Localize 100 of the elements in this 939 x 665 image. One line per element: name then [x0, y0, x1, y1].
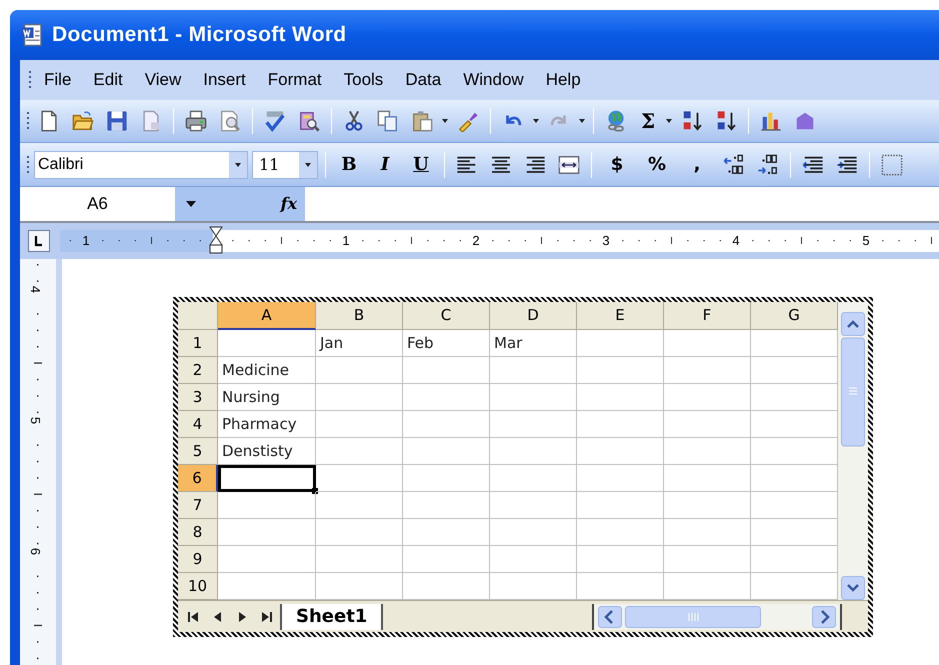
currency-button[interactable]: $	[599, 151, 635, 178]
shape-icon[interactable]	[794, 110, 816, 132]
table-cell[interactable]	[490, 357, 577, 384]
table-cell[interactable]	[490, 492, 577, 519]
sort-descending-icon[interactable]	[715, 110, 738, 132]
table-cell[interactable]	[577, 519, 664, 546]
bold-button[interactable]: B	[333, 151, 365, 178]
table-cell[interactable]	[490, 438, 577, 465]
menu-item[interactable]: File	[34, 64, 82, 96]
sheet-tab[interactable]: Sheet1	[280, 604, 384, 630]
print-preview-icon[interactable]	[219, 110, 241, 132]
bar-chart-icon[interactable]	[760, 110, 782, 132]
sort-ascending-icon[interactable]	[681, 110, 704, 132]
column-header[interactable]: B	[316, 302, 403, 330]
table-cell[interactable]	[577, 411, 664, 438]
table-cell[interactable]	[577, 465, 664, 492]
dropdown-caret-icon[interactable]	[304, 162, 312, 168]
table-cell[interactable]	[316, 465, 403, 492]
book-magnifier-icon[interactable]	[298, 110, 320, 132]
table-cell[interactable]	[316, 438, 403, 465]
table-cell[interactable]	[403, 465, 490, 492]
column-header[interactable]: C	[403, 302, 490, 330]
table-cell[interactable]	[577, 357, 664, 384]
scroll-left-icon[interactable]	[598, 606, 622, 628]
embedded-spreadsheet[interactable]: A B C D E F G 1 Jan Feb Mar 2 Medicine 3 Nursing 4 Pharmacy 5 Denstisty 6 7 8 9 10 Sheet1	[173, 297, 873, 637]
scroll-thumb-icon[interactable]	[625, 606, 761, 628]
table-cell[interactable]	[403, 357, 490, 384]
table-cell[interactable]: Mar	[490, 330, 577, 357]
row-header[interactable]: 8	[178, 519, 218, 546]
italic-button[interactable]: I	[369, 151, 401, 178]
menu-item[interactable]: Edit	[83, 64, 133, 96]
table-cell[interactable]: Nursing	[218, 384, 316, 411]
dropdown-caret-icon[interactable]	[234, 162, 242, 168]
row-header[interactable]: 5	[178, 438, 218, 465]
table-cell[interactable]	[316, 519, 403, 546]
vertical-scrollbar[interactable]	[838, 302, 868, 600]
table-cell[interactable]: Pharmacy	[218, 411, 316, 438]
row-header[interactable]: 4	[178, 411, 218, 438]
row-header[interactable]: 2	[178, 357, 218, 384]
menu-item[interactable]: Data	[395, 64, 452, 96]
table-cell[interactable]	[664, 357, 751, 384]
table-cell[interactable]	[316, 384, 403, 411]
table-cell[interactable]	[403, 519, 490, 546]
table-cell[interactable]	[577, 492, 664, 519]
row-header[interactable]: 10	[178, 573, 218, 600]
select-all-corner[interactable]	[178, 302, 218, 330]
table-cell[interactable]	[664, 492, 751, 519]
table-cell[interactable]	[490, 465, 577, 492]
table-cell[interactable]	[403, 438, 490, 465]
table-cell[interactable]	[664, 546, 751, 573]
table-cell[interactable]	[490, 411, 577, 438]
table-cell[interactable]	[664, 411, 751, 438]
scissors-icon[interactable]	[343, 110, 365, 132]
row-header[interactable]: 9	[178, 546, 218, 573]
menu-item[interactable]: Window	[453, 64, 534, 96]
table-cell[interactable]	[577, 546, 664, 573]
table-cell[interactable]	[664, 438, 751, 465]
indent-marker-icon[interactable]	[209, 226, 223, 256]
horizontal-scrollbar[interactable]	[592, 604, 842, 630]
table-cell[interactable]	[664, 330, 751, 357]
dropdown-caret-icon[interactable]	[665, 118, 674, 124]
column-header[interactable]: A	[218, 302, 316, 330]
merge-center-icon[interactable]	[558, 154, 580, 176]
table-cell[interactable]	[403, 492, 490, 519]
printer-icon[interactable]	[185, 110, 207, 132]
table-cell[interactable]: Feb	[403, 330, 490, 357]
scroll-up-icon[interactable]	[841, 312, 865, 336]
table-cell[interactable]	[218, 546, 316, 573]
table-cell[interactable]	[218, 519, 316, 546]
scroll-thumb-icon[interactable]	[841, 336, 865, 448]
borders-icon[interactable]	[881, 154, 903, 176]
row-header[interactable]: 6	[178, 465, 218, 492]
increase-decimal-icon[interactable]	[723, 154, 745, 176]
column-header[interactable]: F	[664, 302, 751, 330]
table-cell[interactable]	[577, 438, 664, 465]
column-header[interactable]: E	[577, 302, 664, 330]
table-cell[interactable]	[218, 492, 316, 519]
table-cell[interactable]	[218, 330, 316, 357]
table-cell[interactable]: Denstisty	[218, 438, 316, 465]
column-header[interactable]: D	[490, 302, 577, 330]
comma-button[interactable]: ,	[679, 151, 715, 178]
insert-function-button[interactable]: fx	[280, 192, 297, 216]
table-cell[interactable]	[403, 384, 490, 411]
table-cell[interactable]	[316, 357, 403, 384]
autosum-button[interactable]: Σ	[635, 106, 662, 136]
folder-icon[interactable]	[72, 110, 94, 132]
spelling-check-icon[interactable]	[264, 110, 286, 132]
menu-item[interactable]: Help	[536, 64, 591, 96]
scroll-right-icon[interactable]	[812, 606, 836, 628]
dropdown-caret-icon[interactable]	[185, 200, 197, 208]
font-dropdown[interactable]: Calibri	[34, 150, 248, 178]
table-cell[interactable]	[577, 384, 664, 411]
column-header[interactable]: G	[751, 302, 838, 330]
table-cell[interactable]	[316, 546, 403, 573]
row-header[interactable]: 7	[178, 492, 218, 519]
table-cell[interactable]	[664, 519, 751, 546]
table-cell[interactable]	[490, 546, 577, 573]
table-cell[interactable]	[490, 384, 577, 411]
row-header[interactable]: 3	[178, 384, 218, 411]
table-cell[interactable]	[403, 411, 490, 438]
